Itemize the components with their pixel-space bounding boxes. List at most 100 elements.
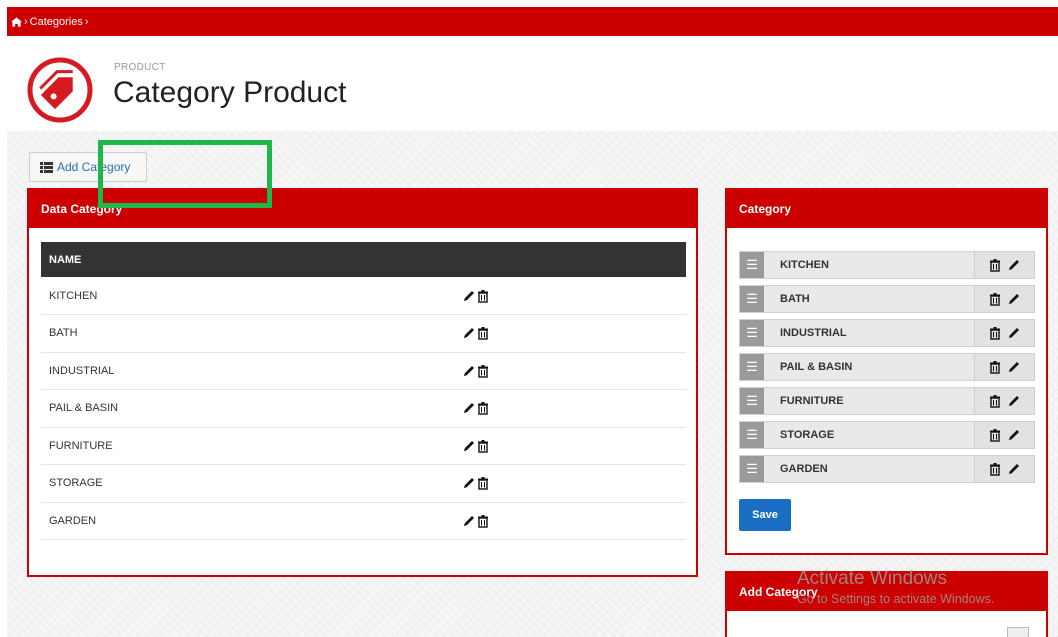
list-item[interactable]: ☰ INDUSTRIAL (739, 319, 1035, 347)
pencil-icon[interactable] (1007, 428, 1021, 442)
trash-icon[interactable] (988, 462, 1002, 476)
trash-icon[interactable] (476, 476, 490, 490)
category-sortable-list: ☰ KITCHEN ☰ BATH ☰ INDUSTRIAL ☰ PAIL & BASIN ☰ FU… (739, 251, 1035, 489)
row-actions (462, 464, 686, 503)
drag-handle-icon[interactable]: ☰ (740, 354, 764, 380)
list-item-label: KITCHEN (764, 252, 974, 278)
list-item-label: PAIL & BASIN (764, 354, 974, 380)
category-name-cell: STORAGE (41, 464, 462, 503)
category-name-cell: KITCHEN (41, 277, 462, 315)
list-item-actions (974, 286, 1034, 312)
category-name-cell: FURNITURE (41, 427, 462, 465)
breadcrumb-separator: › (84, 15, 89, 28)
list-item-actions (974, 320, 1034, 346)
trash-icon[interactable] (988, 394, 1002, 408)
drag-handle-icon[interactable]: ☰ (740, 422, 764, 448)
category-name-cell: GARDEN (41, 502, 462, 540)
pencil-icon[interactable] (1007, 258, 1021, 272)
pencil-icon[interactable] (462, 514, 476, 528)
list-item[interactable]: ☰ GARDEN (739, 455, 1035, 483)
add-category-button[interactable]: Add Category (29, 152, 147, 182)
list-item[interactable]: ☰ PAIL & BASIN (739, 353, 1035, 381)
drag-handle-icon[interactable]: ☰ (740, 320, 764, 346)
list-item-actions (974, 456, 1034, 482)
list-icon (40, 161, 53, 173)
list-item-label: GARDEN (764, 456, 974, 482)
pencil-icon[interactable] (1007, 326, 1021, 340)
tag-logo-icon (27, 57, 93, 123)
trash-icon[interactable] (988, 428, 1002, 442)
page-header: PRODUCT Category Product (7, 36, 1058, 131)
pencil-icon[interactable] (1007, 394, 1021, 408)
category-name-cell: INDUSTRIAL (41, 352, 462, 390)
list-item-label: INDUSTRIAL (764, 320, 974, 346)
add-category-panel: Add Category (725, 571, 1048, 637)
list-item-actions (974, 252, 1034, 278)
list-item[interactable]: ☰ STORAGE (739, 421, 1035, 449)
table-row: INDUSTRIAL (41, 352, 686, 390)
trash-icon[interactable] (476, 364, 490, 378)
table-row: FURNITURE (41, 427, 686, 465)
flag-icon[interactable] (1007, 627, 1029, 637)
breadcrumb-categories-link[interactable]: Categories (30, 16, 83, 28)
row-actions (462, 277, 686, 315)
list-item-actions (974, 422, 1034, 448)
trash-icon[interactable] (988, 258, 1002, 272)
table-row: BATH (41, 314, 686, 353)
add-category-panel-title: Add Category (727, 573, 1046, 611)
row-actions (462, 502, 686, 540)
table-row: PAIL & BASIN (41, 389, 686, 428)
data-category-panel-title: Data Category (29, 190, 696, 228)
trash-icon[interactable] (476, 514, 490, 528)
pencil-icon[interactable] (462, 401, 476, 415)
trash-icon[interactable] (988, 292, 1002, 306)
data-category-table: NAME KITCHEN BATH INDUSTRIAL PAIL & BASIN FU… (41, 242, 686, 540)
table-row: STORAGE (41, 464, 686, 503)
category-panel: Category ☰ KITCHEN ☰ BATH ☰ INDUSTRIAL ☰ PAIL &… (725, 188, 1048, 555)
table-row: KITCHEN (41, 277, 686, 315)
pencil-icon[interactable] (462, 476, 476, 490)
trash-icon[interactable] (476, 326, 490, 340)
trash-icon[interactable] (476, 439, 490, 453)
table-row: GARDEN (41, 502, 686, 540)
drag-handle-icon[interactable]: ☰ (740, 286, 764, 312)
breadcrumb: › Categories › (7, 7, 1058, 36)
trash-icon[interactable] (476, 289, 490, 303)
category-panel-title: Category (727, 190, 1046, 228)
data-category-panel: Data Category NAME KITCHEN BATH INDUSTRIAL… (27, 188, 698, 577)
list-item-actions (974, 388, 1034, 414)
list-item-label: STORAGE (764, 422, 974, 448)
pencil-icon[interactable] (462, 364, 476, 378)
list-item-label: BATH (764, 286, 974, 312)
list-item-actions (974, 354, 1034, 380)
pencil-icon[interactable] (1007, 292, 1021, 306)
row-actions (462, 352, 686, 390)
list-item[interactable]: ☰ FURNITURE (739, 387, 1035, 415)
list-item[interactable]: ☰ KITCHEN (739, 251, 1035, 279)
trash-icon[interactable] (988, 360, 1002, 374)
category-name-cell: BATH (41, 314, 462, 353)
row-actions (462, 389, 686, 428)
row-actions (462, 314, 686, 353)
list-item-label: FURNITURE (764, 388, 974, 414)
pencil-icon[interactable] (462, 326, 476, 340)
page-title: Category Product (113, 76, 347, 109)
home-icon[interactable] (11, 16, 22, 27)
page-subtitle: PRODUCT (114, 62, 166, 73)
window-edge (0, 0, 7, 637)
trash-icon[interactable] (476, 401, 490, 415)
list-item[interactable]: ☰ BATH (739, 285, 1035, 313)
add-category-button-label: Add Category (57, 160, 131, 174)
pencil-icon[interactable] (1007, 360, 1021, 374)
pencil-icon[interactable] (1007, 462, 1021, 476)
drag-handle-icon[interactable]: ☰ (740, 456, 764, 482)
pencil-icon[interactable] (462, 289, 476, 303)
pencil-icon[interactable] (462, 439, 476, 453)
trash-icon[interactable] (988, 326, 1002, 340)
drag-handle-icon[interactable]: ☰ (740, 252, 764, 278)
category-name-cell: PAIL & BASIN (41, 389, 462, 428)
column-header-name: NAME (41, 242, 686, 277)
breadcrumb-separator: › (24, 15, 28, 28)
drag-handle-icon[interactable]: ☰ (740, 388, 764, 414)
save-button[interactable]: Save (739, 499, 791, 531)
